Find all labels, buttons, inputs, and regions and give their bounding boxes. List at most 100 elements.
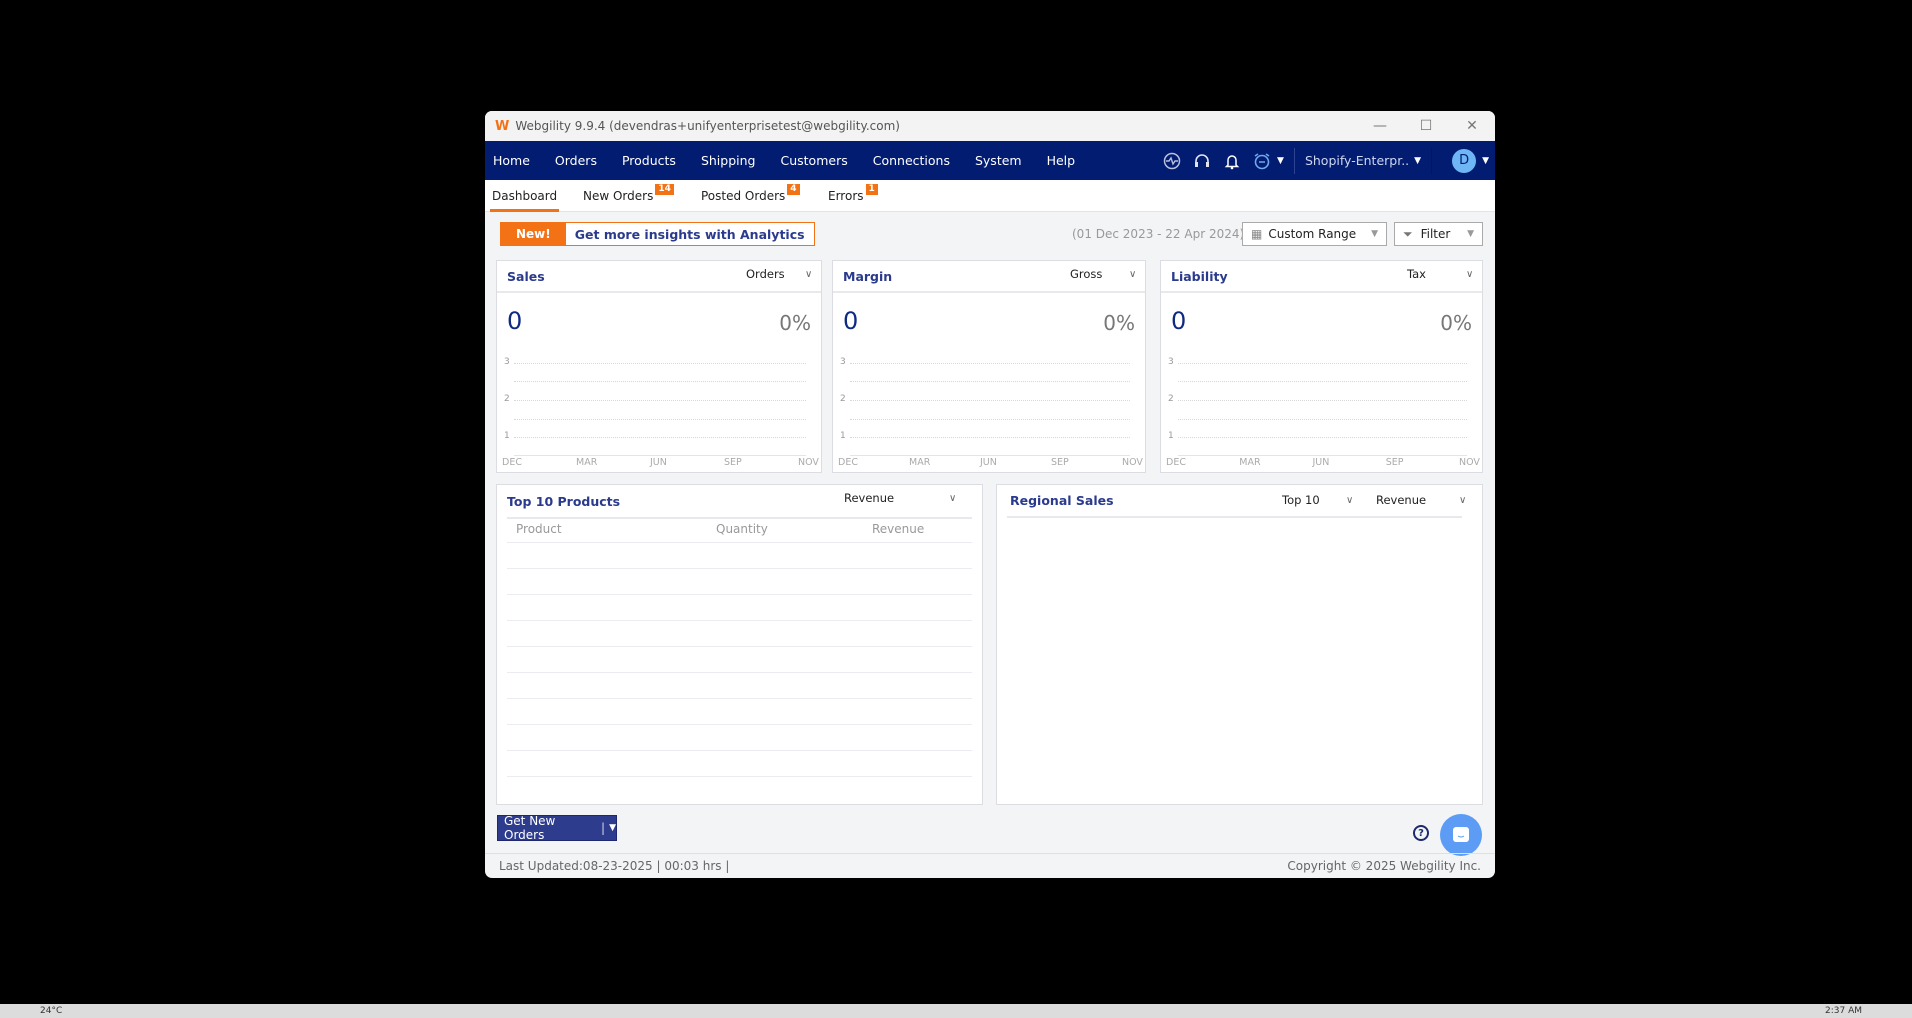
- gridline: [514, 437, 806, 438]
- user-caret-icon[interactable]: ▼: [1482, 156, 1489, 166]
- x-axis-line: [514, 455, 806, 456]
- minimize-button[interactable]: —: [1357, 111, 1403, 141]
- nav-customers[interactable]: Customers: [780, 153, 847, 168]
- liability-metric-select[interactable]: Tax: [1407, 267, 1426, 281]
- regional-metric-select[interactable]: Revenue: [1376, 493, 1426, 507]
- regional-sales-panel: Regional Sales Top 10 ∨ Revenue ∨: [996, 484, 1483, 805]
- nav-system[interactable]: System: [975, 153, 1022, 168]
- bell-icon[interactable]: [1223, 152, 1241, 170]
- top-products-panel: Top 10 Products Revenue ∨ Product Quanti…: [496, 484, 983, 805]
- nav-connections[interactable]: Connections: [873, 153, 950, 168]
- regional-top-select[interactable]: Top 10: [1282, 493, 1320, 507]
- clock[interactable]: 2:37 AM: [1825, 1006, 1862, 1016]
- chevron-down-icon[interactable]: ∨: [1466, 269, 1473, 280]
- chevron-down-icon[interactable]: ∨: [1459, 495, 1466, 506]
- table-row-divider: [507, 672, 972, 673]
- card-title: Margin: [843, 268, 893, 284]
- liability-card: Liability Tax ∨ 0 0% 3 2 1 DEC MAR JUN SEP NOV: [1160, 260, 1483, 473]
- count-badge: 14: [655, 183, 674, 195]
- tab-label: Posted Orders: [701, 189, 786, 203]
- copyright: Copyright © 2025 Webgility Inc.: [1287, 859, 1481, 873]
- weather-widget[interactable]: 24°C: [40, 1006, 62, 1016]
- margin-metric-select[interactable]: Gross: [1070, 267, 1102, 281]
- tab-label: Dashboard: [492, 189, 558, 203]
- nav-shipping[interactable]: Shipping: [701, 153, 756, 168]
- card-title: Sales: [507, 268, 545, 284]
- store-caret-icon[interactable]: ▼: [1414, 156, 1421, 166]
- custom-range-dropdown[interactable]: ▦ Custom Range ▼: [1242, 222, 1387, 246]
- table-row-divider: [507, 724, 972, 725]
- gridline: [514, 381, 806, 382]
- x-axis-line: [1178, 455, 1467, 456]
- filter-dropdown[interactable]: ⏷ Filter ▼: [1394, 222, 1483, 246]
- x-tick-label: NOV: [798, 457, 819, 468]
- maximize-button[interactable]: ☐: [1403, 111, 1449, 141]
- alarm-clock-icon[interactable]: [1253, 152, 1271, 170]
- nav-orders[interactable]: Orders: [555, 153, 597, 168]
- taskbar: 24°C 2:37 AM: [0, 1004, 1912, 1018]
- activity-icon[interactable]: [1163, 152, 1181, 170]
- top-products-metric-select[interactable]: Revenue: [844, 491, 894, 505]
- gridline: [1178, 400, 1467, 401]
- analytics-banner[interactable]: New! Get more insights with Analytics: [500, 222, 815, 246]
- column-header-product[interactable]: Product: [516, 522, 562, 536]
- card-value: 0: [1171, 307, 1187, 335]
- button-divider: |: [601, 821, 606, 835]
- analytics-link[interactable]: Get more insights with Analytics: [566, 223, 814, 245]
- chevron-down-icon[interactable]: ∨: [805, 269, 812, 280]
- count-badge: 4: [787, 183, 800, 195]
- caret-down-icon[interactable]: ▼: [609, 823, 616, 833]
- tab-dashboard[interactable]: Dashboard: [490, 180, 560, 212]
- button-label: Get New Orders: [504, 814, 556, 842]
- card-change: 0%: [1440, 311, 1472, 335]
- caret-down-icon: ▼: [1371, 229, 1378, 239]
- panel-title: Top 10 Products: [507, 493, 621, 509]
- x-tick-label: JUN: [1312, 457, 1330, 468]
- x-tick-label: DEC: [1166, 457, 1186, 468]
- card-value: 0: [843, 307, 859, 335]
- tab-posted-orders[interactable]: Posted Orders 4: [701, 180, 800, 212]
- tab-errors[interactable]: Errors 1: [828, 180, 878, 212]
- last-updated: Last Updated:08-23-2025 | 00:03 hrs |: [499, 859, 730, 873]
- nav-home[interactable]: Home: [493, 153, 530, 168]
- table-row-divider: [507, 542, 972, 543]
- chat-icon[interactable]: [1440, 814, 1482, 856]
- chevron-down-icon[interactable]: ∨: [1129, 269, 1136, 280]
- x-tick-label: SEP: [724, 457, 742, 468]
- gridline: [850, 363, 1130, 364]
- funnel-icon: ⏷: [1403, 226, 1413, 241]
- get-new-orders-button[interactable]: Get New Orders | ▼: [497, 814, 617, 842]
- table-row-divider: [507, 594, 972, 595]
- close-button[interactable]: ✕: [1449, 111, 1495, 141]
- app-window: W Webgility 9.9.4 (devendras+unifyenterp…: [485, 111, 1495, 878]
- sales-metric-select[interactable]: Orders: [746, 267, 785, 281]
- x-tick-label: SEP: [1385, 457, 1404, 468]
- nav-products[interactable]: Products: [622, 153, 676, 168]
- y-tick-label: 2: [1168, 394, 1174, 404]
- user-avatar[interactable]: D: [1452, 148, 1477, 173]
- nav-help[interactable]: Help: [1047, 153, 1076, 168]
- column-header-revenue[interactable]: Revenue: [872, 522, 924, 536]
- table-row-divider: [507, 776, 972, 777]
- column-header-quantity[interactable]: Quantity: [716, 522, 768, 536]
- gridline: [850, 381, 1130, 382]
- gridline: [850, 400, 1130, 401]
- gridline: [1178, 437, 1467, 438]
- caret-down-icon: ▼: [1467, 229, 1474, 239]
- margin-card: Margin Gross ∨ 0 0% 3 2 1 DEC MAR JUN SEP NOV: [832, 260, 1146, 473]
- alarm-dropdown-caret-icon[interactable]: ▼: [1277, 156, 1284, 166]
- tab-new-orders[interactable]: New Orders 14: [583, 180, 674, 212]
- table-row-divider: [507, 620, 972, 621]
- gridline: [850, 419, 1130, 420]
- headset-icon[interactable]: [1193, 152, 1211, 170]
- sales-card: Sales Orders ∨ 0 0% 3 2 1 DEC MAR JUN SEP NOV: [496, 260, 822, 473]
- y-tick-label: 3: [504, 357, 510, 367]
- panel-title: Regional Sales: [1010, 493, 1114, 508]
- chevron-down-icon[interactable]: ∨: [1346, 495, 1353, 506]
- chevron-down-icon[interactable]: ∨: [949, 493, 956, 504]
- store-selector[interactable]: Shopify-Enterpr..: [1305, 153, 1409, 168]
- calendar-icon: ▦: [1251, 227, 1263, 241]
- x-tick-label: JUN: [980, 457, 997, 468]
- help-icon[interactable]: ?: [1413, 825, 1429, 841]
- title-bar: W Webgility 9.9.4 (devendras+unifyenterp…: [485, 111, 1495, 141]
